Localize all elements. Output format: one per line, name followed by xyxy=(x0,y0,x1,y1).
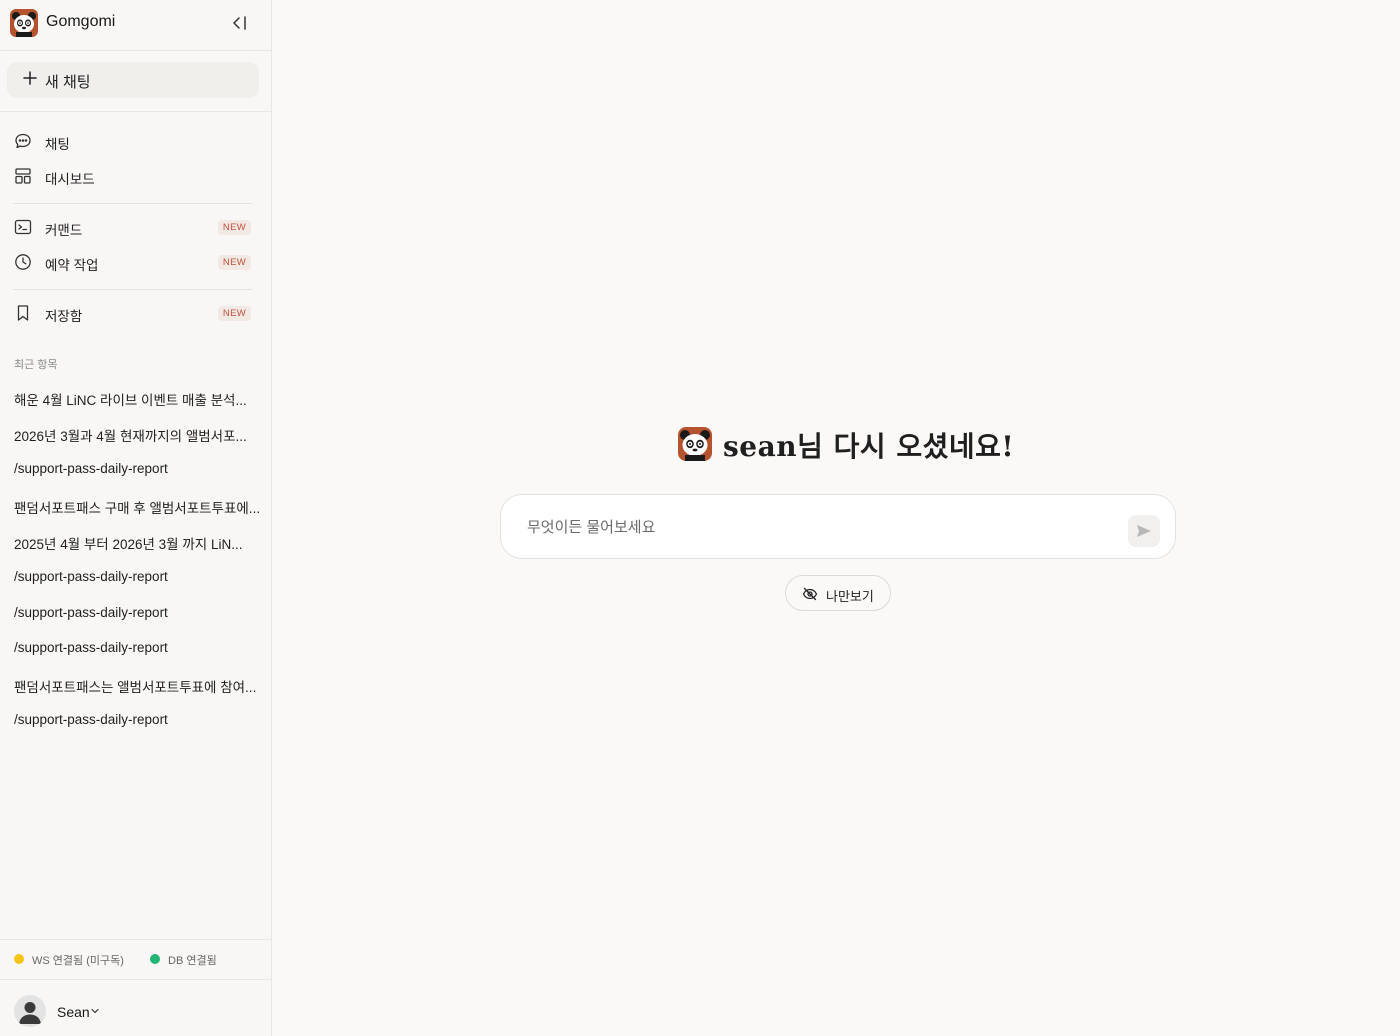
recent-item[interactable]: 팬덤서포트패스는 앨범서포트투표에 참여... xyxy=(14,676,259,700)
chevron-down-icon xyxy=(91,1008,99,1014)
new-badge: NEW xyxy=(217,255,251,270)
greeting-title: sean님 다시 오셨네요! xyxy=(723,430,1015,463)
private-mode-label: 나만보기 xyxy=(826,589,874,604)
db-status-dot xyxy=(150,954,160,964)
brand-header: Gomgomi xyxy=(0,0,271,51)
panda-logo-icon xyxy=(10,9,38,37)
user-menu-button[interactable]: Sean xyxy=(0,981,271,1036)
new-badge: NEW xyxy=(217,306,251,321)
terminal-icon xyxy=(14,219,32,235)
recent-item[interactable]: /support-pass-daily-report xyxy=(14,569,259,593)
avatar xyxy=(14,995,46,1027)
sidebar: Gomgomi 새 채팅 채팅 대시보드 커맨드 NEW 예약 작업 NEW 저… xyxy=(0,0,272,1036)
main-content: sean님 다시 오셨네요! 나만보기 xyxy=(272,0,1400,1036)
nav-item-scheduled-tasks[interactable]: 예약 작업 NEW xyxy=(7,246,259,278)
new-chat-button[interactable]: 새 채팅 xyxy=(7,62,259,98)
send-arrow-icon xyxy=(1137,525,1151,537)
db-status-text: DB 연결됨 xyxy=(168,955,217,967)
new-badge: NEW xyxy=(217,220,251,235)
recent-item[interactable]: /support-pass-daily-report xyxy=(14,461,259,485)
recent-item[interactable]: 팬덤서포트패스 구매 후 앨범서포트투표에... xyxy=(14,497,259,521)
recent-item[interactable]: /support-pass-daily-report xyxy=(14,712,259,736)
nav-item-label: 예약 작업 xyxy=(45,258,99,273)
recent-item[interactable]: 2026년 3월과 4월 현재까지의 앨범서포... xyxy=(14,425,259,449)
divider xyxy=(13,203,252,204)
nav-item-label: 대시보드 xyxy=(45,172,95,187)
new-chat-section: 새 채팅 xyxy=(0,51,271,112)
user-name: Sean xyxy=(57,1004,90,1020)
app-name: Gomgomi xyxy=(46,13,116,30)
connection-status-bar: WS 연결됨 (미구독) DB 연결됨 xyxy=(0,939,271,980)
new-chat-label: 새 채팅 xyxy=(45,74,91,91)
prompt-box xyxy=(500,494,1176,559)
bookmark-icon xyxy=(17,305,29,321)
chat-bubble-icon xyxy=(15,133,31,149)
recent-item[interactable]: 해운 4월 LiNC 라이브 이벤트 매출 분석... xyxy=(14,389,259,413)
private-mode-button[interactable]: 나만보기 xyxy=(785,575,891,611)
send-button[interactable] xyxy=(1128,515,1160,547)
eye-off-icon xyxy=(802,587,818,601)
nav-item-command[interactable]: 커맨드 NEW xyxy=(7,211,259,243)
recent-item[interactable]: /support-pass-daily-report xyxy=(14,640,259,664)
recent-section-label: 최근 항목 xyxy=(14,359,58,371)
collapse-sidebar-icon[interactable] xyxy=(229,12,251,34)
ws-status-text: WS 연결됨 (미구독) xyxy=(32,955,124,967)
prompt-input[interactable] xyxy=(527,515,1087,539)
recent-item[interactable]: 2025년 4월 부터 2026년 3월 까지 LiN... xyxy=(14,533,259,557)
nav-item-saved[interactable]: 저장함 NEW xyxy=(7,297,259,329)
divider xyxy=(13,289,252,290)
nav-item-chat[interactable]: 채팅 xyxy=(7,125,259,157)
panda-logo-icon xyxy=(678,427,712,461)
recent-item[interactable]: /support-pass-daily-report xyxy=(14,605,259,629)
dashboard-icon xyxy=(15,168,31,184)
plus-icon xyxy=(23,71,37,85)
nav-item-label: 저장함 xyxy=(45,309,83,324)
user-silhouette-icon xyxy=(14,995,46,1027)
nav-item-label: 채팅 xyxy=(45,137,70,152)
clock-icon xyxy=(15,254,31,270)
nav-item-label: 커맨드 xyxy=(45,223,83,238)
ws-status-dot xyxy=(14,954,24,964)
nav-item-dashboard[interactable]: 대시보드 xyxy=(7,160,259,192)
